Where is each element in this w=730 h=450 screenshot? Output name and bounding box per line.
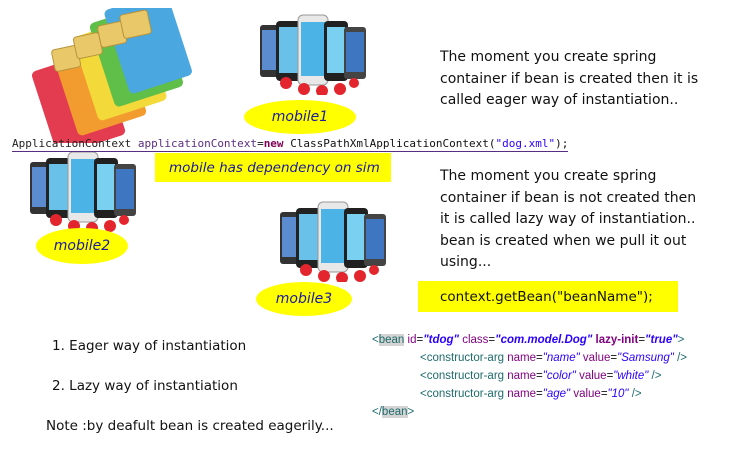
lazy-line-3: it is called lazy way of instantiation.. [440,211,696,227]
smartphones-icon [280,201,386,282]
smartphones-icon [30,151,136,232]
xml-ctor-tag: <constructor-arg [420,370,505,382]
list-item-eager: 1. Eager way of instantiation [52,338,247,354]
xml-arg-value: "Samsung" [617,352,674,364]
xml-id-attr: id [407,334,417,346]
eager-line-2: container if bean is created then it is [440,70,699,87]
code-type: ApplicationContext [12,137,132,150]
xml-self-close: /> [677,352,687,364]
list-item-lazy: 2. Lazy way of instantiation [52,378,238,394]
xml-bracket: < [372,334,379,346]
lazy-description: The moment you create spring container i… [440,166,725,274]
eager-line-3: called eager way of instantiation.. [440,92,679,108]
xml-self-close: /> [651,370,662,382]
xml-bean-end-tag: bean [381,406,408,418]
xml-class-val: "com.model.Dog" [495,334,593,346]
dependency-text: mobile has dependency on sim [169,159,380,176]
xml-value-attr: value [573,388,601,400]
bean-xml-snippet: <bean id="tdog" class="com.model.Dog" la… [372,331,727,421]
xml-ctor-tag: <constructor-arg [420,352,505,364]
dependency-note: mobile has dependency on sim [155,153,391,182]
getbean-code: context.getBean("beanName"); [440,288,653,305]
code-type2: ClassPathXmlApplicationContext( [290,137,496,150]
lazy-line-5: using... [440,254,492,270]
code-string: "dog.xml" [495,137,556,150]
eager-line-1: The moment you create spring [440,49,657,65]
xml-bracket: > [677,334,685,346]
xml-arg-name: "color" [542,370,576,382]
xml-ctor-tag: <constructor-arg [420,388,505,400]
code-new-keyword: new [263,137,284,150]
mobile3-label: mobile3 [256,282,352,316]
mobile1-label: mobile1 [244,100,356,134]
xml-lazy-val: "true" [645,334,678,346]
xml-name-attr: name [507,370,537,382]
xml-bracket: > [407,406,415,418]
mobile2-text: mobile2 [53,238,111,254]
xml-bracket: </ [372,406,382,418]
lazy-line-1: The moment you create spring [440,168,657,184]
mobile1-text: mobile1 [271,109,329,125]
xml-value-attr: value [579,370,607,382]
code-var: applicationContext [137,137,258,150]
mobile3-text: mobile3 [275,291,333,307]
default-note: Note :by deafult bean is created eageril… [46,418,334,434]
code-end: ); [555,137,569,150]
xml-id-val: "tdog" [423,334,459,346]
xml-arg-name: "name" [542,352,580,364]
xml-value-attr: value [582,352,611,364]
xml-name-attr: name [507,388,537,400]
xml-arg-name: "age" [542,388,571,400]
xml-lazy-attr: lazy-init [595,334,639,346]
application-context-code: ApplicationContext applicationContext=ne… [12,137,569,152]
xml-bean-tag: bean [378,334,405,346]
xml-constructor-arg: <constructor-arg name="color" value="whi… [420,370,662,382]
xml-name-attr: name [507,352,537,364]
xml-class-attr: class [462,334,489,346]
sim-cards-icon [31,8,192,143]
lazy-line-4: bean is created when we pull it out [440,232,687,249]
getbean-box: context.getBean("beanName"); [418,281,678,312]
xml-constructor-arg: <constructor-arg name="name" value="Sams… [420,352,687,364]
mobile2-label: mobile2 [36,228,128,264]
xml-bean-open: <bean id="tdog" class="com.model.Dog" la… [372,334,685,346]
xml-self-close: /> [631,388,642,400]
xml-arg-value: "10" [607,388,629,400]
smartphones-icon [260,14,366,95]
code-eq: = [257,137,264,150]
xml-bean-close: </bean> [372,403,727,421]
xml-arg-value: "white" [613,370,649,382]
eager-description: The moment you create spring container i… [440,47,725,112]
lazy-line-2: container if bean is not created then [440,189,697,206]
xml-constructor-arg: <constructor-arg name="age" value="10" /… [420,388,642,400]
